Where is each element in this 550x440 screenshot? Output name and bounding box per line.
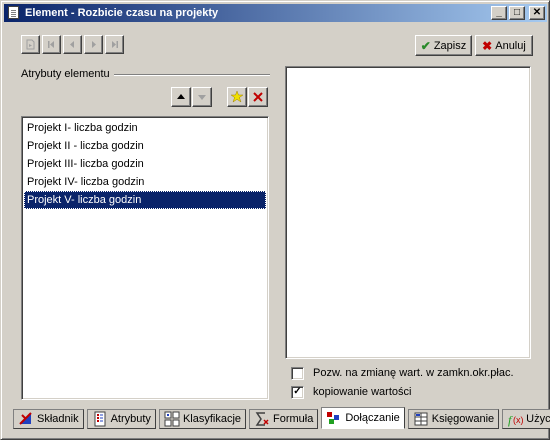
copy-values-option[interactable]: ✓ kopiowanie wartości [291,384,411,400]
nav-next-button[interactable] [84,35,103,54]
tab-label: Klasyfikacje [182,413,242,425]
skladnik-icon [18,411,34,427]
detail-panel[interactable] [285,66,531,359]
tab-bar: Składnik Atrybuty Klasyfikacje Formuła D… [13,407,550,429]
delete-icon [253,92,263,102]
attributes-list[interactable]: Projekt I- liczba godzin Projekt II - li… [21,116,269,400]
copy-values-checkbox[interactable]: ✓ [291,385,304,399]
document-icon [6,5,22,21]
title-bar[interactable]: Element - Rozbicie czasu na projekty _ □… [4,4,547,22]
close-button[interactable]: ✕ [529,6,545,20]
attach-icon [326,410,342,426]
move-up-button[interactable] [171,87,191,107]
last-record-icon [112,41,118,48]
function-icon: f (x) [507,411,524,427]
nav-last-button[interactable] [105,35,124,54]
tab-label: Użycie [526,413,550,425]
save-label: Zapisz [433,39,467,52]
cancel-label: Anuluj [495,39,526,52]
new-star-icon [230,90,244,103]
tab-label: Atrybuty [110,413,151,425]
save-button[interactable]: ✔ Zapisz [415,35,472,56]
copy-values-label: kopiowanie wartości [313,386,412,398]
tab-label: Dołączanie [345,412,400,424]
tab-label: Składnik [37,413,79,425]
tab-skladnik[interactable]: Składnik [13,409,84,429]
page-icon [26,39,35,50]
element-window: Element - Rozbicie czasu na projekty _ □… [0,0,550,440]
maximize-button[interactable]: □ [509,6,525,20]
list-item-selected[interactable]: Projekt V- liczba godzin [24,191,266,209]
nav-first-button[interactable] [42,35,61,54]
allow-change-option[interactable]: Pozw. na zmianę wart. w zamkn.okr.płac. [291,365,514,381]
add-attribute-button[interactable] [227,87,247,107]
tab-ksiegowanie[interactable]: Księgowanie [407,409,500,429]
minimize-button[interactable]: _ [491,6,507,20]
allow-change-label: Pozw. na zmianę wart. w zamkn.okr.płac. [313,367,514,379]
first-record-icon [48,41,54,48]
arrow-up-icon [177,94,185,99]
window-title: Element - Rozbicie czasu na projekty [25,7,219,19]
attributes-icon [92,411,108,427]
allow-change-checkbox[interactable] [291,366,304,380]
tab-atrybuty[interactable]: Atrybuty [86,409,156,429]
x-icon: ✖ [482,38,493,53]
nav-prev-button[interactable] [63,35,82,54]
move-down-button[interactable] [192,87,212,107]
group-divider [114,74,270,76]
cancel-button[interactable]: ✖ Anuluj [475,35,533,56]
list-item[interactable]: Projekt III- liczba godzin [24,155,266,173]
ledger-icon [413,411,429,427]
classification-icon [164,411,180,427]
tab-label: Formuła [273,413,314,425]
list-item[interactable]: Projekt I- liczba godzin [24,119,266,137]
tab-formula[interactable]: Formuła [249,409,319,429]
tab-uzycie[interactable]: f(x) Użycie [502,409,550,429]
arrow-down-icon [198,95,206,100]
list-item[interactable]: Projekt IV- liczba godzin [24,173,266,191]
list-item[interactable]: Projekt II - liczba godzin [24,137,266,155]
tab-dolaczanie[interactable]: Dołączanie [321,407,405,429]
tab-klasyfikacje[interactable]: Klasyfikacje [158,409,247,429]
nav-new-button[interactable] [21,35,40,54]
next-icon [92,41,96,48]
previous-icon [70,41,74,48]
tab-label: Księgowanie [431,413,495,425]
svg-text:(x): (x) [513,415,523,425]
delete-attribute-button[interactable] [248,87,268,107]
formula-icon [254,411,270,427]
check-icon: ✔ [420,38,431,53]
attributes-group-label: Atrybuty elementu [21,68,114,80]
